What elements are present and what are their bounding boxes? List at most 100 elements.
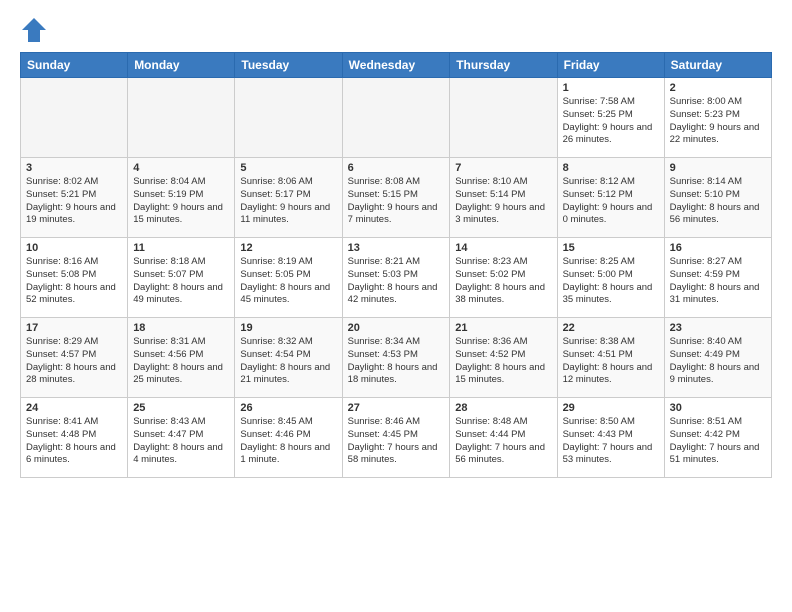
day-number: 25 (133, 402, 229, 414)
calendar-cell: 11 Sunrise: 8:18 AM Sunset: 5:07 PM Dayli… (128, 238, 235, 318)
calendar-cell (235, 78, 342, 158)
day-number: 1 (563, 82, 659, 94)
calendar-cell: 28 Sunrise: 8:48 AM Sunset: 4:44 PM Dayli… (450, 398, 557, 478)
day-info: Sunrise: 8:29 AM Sunset: 4:57 PM Dayligh… (26, 336, 122, 387)
calendar-cell: 16 Sunrise: 8:27 AM Sunset: 4:59 PM Dayli… (664, 238, 771, 318)
day-info: Sunrise: 8:04 AM Sunset: 5:19 PM Dayligh… (133, 176, 229, 227)
day-number: 4 (133, 162, 229, 174)
calendar-cell: 10 Sunrise: 8:16 AM Sunset: 5:08 PM Dayli… (21, 238, 128, 318)
week-row-1: 1 Sunrise: 7:58 AM Sunset: 5:25 PM Daylig… (21, 78, 772, 158)
day-number: 22 (563, 322, 659, 334)
day-number: 2 (670, 82, 766, 94)
day-number: 6 (348, 162, 445, 174)
day-number: 3 (26, 162, 122, 174)
calendar-cell: 3Sunrise: 8:02 AM Sunset: 5:21 PM Daylig… (21, 158, 128, 238)
calendar-cell: 25Sunrise: 8:43 AM Sunset: 4:47 PM Dayli… (128, 398, 235, 478)
day-info: Sunrise: 8:41 AM Sunset: 4:48 PM Dayligh… (26, 416, 122, 467)
calendar-cell: 5 Sunrise: 8:06 AM Sunset: 5:17 PM Daylig… (235, 158, 342, 238)
day-info: Sunrise: 8:46 AM Sunset: 4:45 PM Dayligh… (348, 416, 445, 467)
day-info: Sunrise: 8:34 AM Sunset: 4:53 PM Dayligh… (348, 336, 445, 387)
calendar-cell: 8 Sunrise: 8:12 AM Sunset: 5:12 PM Daylig… (557, 158, 664, 238)
day-info: Sunrise: 8:23 AM Sunset: 5:02 PM Dayligh… (455, 256, 551, 307)
day-info: Sunrise: 8:27 AM Sunset: 4:59 PM Dayligh… (670, 256, 766, 307)
weekday-header-monday: Monday (128, 53, 235, 78)
calendar-cell: 22 Sunrise: 8:38 AM Sunset: 4:51 PM Dayli… (557, 318, 664, 398)
day-info: Sunrise: 8:45 AM Sunset: 4:46 PM Dayligh… (240, 416, 336, 467)
calendar-cell: 6Sunrise: 8:08 AM Sunset: 5:15 PM Daylig… (342, 158, 450, 238)
weekday-header-tuesday: Tuesday (235, 53, 342, 78)
calendar-cell: 7 Sunrise: 8:10 AM Sunset: 5:14 PM Daylig… (450, 158, 557, 238)
day-info: Sunrise: 8:36 AM Sunset: 4:52 PM Dayligh… (455, 336, 551, 387)
day-info: Sunrise: 8:19 AM Sunset: 5:05 PM Dayligh… (240, 256, 336, 307)
day-number: 9 (670, 162, 766, 174)
day-number: 5 (240, 162, 336, 174)
day-info: Sunrise: 7:58 AM Sunset: 5:25 PM Dayligh… (563, 96, 659, 147)
logo-icon (20, 16, 48, 44)
calendar-cell (21, 78, 128, 158)
day-number: 8 (563, 162, 659, 174)
weekday-header-friday: Friday (557, 53, 664, 78)
header (20, 16, 772, 44)
calendar-cell: 26 Sunrise: 8:45 AM Sunset: 4:46 PM Dayli… (235, 398, 342, 478)
day-number: 24 (26, 402, 122, 414)
weekday-header-sunday: Sunday (21, 53, 128, 78)
day-number: 12 (240, 242, 336, 254)
day-number: 7 (455, 162, 551, 174)
day-number: 28 (455, 402, 551, 414)
day-info: Sunrise: 8:25 AM Sunset: 5:00 PM Dayligh… (563, 256, 659, 307)
calendar-cell: 2 Sunrise: 8:00 AM Sunset: 5:23 PM Daylig… (664, 78, 771, 158)
calendar-cell (128, 78, 235, 158)
day-number: 27 (348, 402, 445, 414)
calendar-cell: 17 Sunrise: 8:29 AM Sunset: 4:57 PM Dayli… (21, 318, 128, 398)
day-info: Sunrise: 8:38 AM Sunset: 4:51 PM Dayligh… (563, 336, 659, 387)
day-number: 23 (670, 322, 766, 334)
day-info: Sunrise: 8:12 AM Sunset: 5:12 PM Dayligh… (563, 176, 659, 227)
calendar-cell: 24 Sunrise: 8:41 AM Sunset: 4:48 PM Dayli… (21, 398, 128, 478)
weekday-header-row: SundayMondayTuesdayWednesdayThursdayFrid… (21, 53, 772, 78)
calendar-cell: 1 Sunrise: 7:58 AM Sunset: 5:25 PM Daylig… (557, 78, 664, 158)
day-number: 26 (240, 402, 336, 414)
day-info: Sunrise: 8:31 AM Sunset: 4:56 PM Dayligh… (133, 336, 229, 387)
calendar-cell: 4 Sunrise: 8:04 AM Sunset: 5:19 PM Daylig… (128, 158, 235, 238)
day-info: Sunrise: 8:18 AM Sunset: 5:07 PM Dayligh… (133, 256, 229, 307)
day-number: 14 (455, 242, 551, 254)
calendar-cell: 21 Sunrise: 8:36 AM Sunset: 4:52 PM Dayli… (450, 318, 557, 398)
weekday-header-saturday: Saturday (664, 53, 771, 78)
day-info: Sunrise: 8:50 AM Sunset: 4:43 PM Dayligh… (563, 416, 659, 467)
week-row-5: 24 Sunrise: 8:41 AM Sunset: 4:48 PM Dayli… (21, 398, 772, 478)
weekday-header-wednesday: Wednesday (342, 53, 450, 78)
calendar-cell: 13Sunrise: 8:21 AM Sunset: 5:03 PM Dayli… (342, 238, 450, 318)
day-info: Sunrise: 8:40 AM Sunset: 4:49 PM Dayligh… (670, 336, 766, 387)
day-info: Sunrise: 8:06 AM Sunset: 5:17 PM Dayligh… (240, 176, 336, 227)
day-info: Sunrise: 8:14 AM Sunset: 5:10 PM Dayligh… (670, 176, 766, 227)
calendar-cell: 23 Sunrise: 8:40 AM Sunset: 4:49 PM Dayli… (664, 318, 771, 398)
day-number: 15 (563, 242, 659, 254)
day-number: 16 (670, 242, 766, 254)
day-info: Sunrise: 8:16 AM Sunset: 5:08 PM Dayligh… (26, 256, 122, 307)
calendar-cell: 12 Sunrise: 8:19 AM Sunset: 5:05 PM Dayli… (235, 238, 342, 318)
calendar-cell (342, 78, 450, 158)
logo (20, 16, 52, 44)
day-info: Sunrise: 8:10 AM Sunset: 5:14 PM Dayligh… (455, 176, 551, 227)
day-info: Sunrise: 8:51 AM Sunset: 4:42 PM Dayligh… (670, 416, 766, 467)
day-number: 11 (133, 242, 229, 254)
calendar-cell: 15 Sunrise: 8:25 AM Sunset: 5:00 PM Dayli… (557, 238, 664, 318)
calendar-cell: 9 Sunrise: 8:14 AM Sunset: 5:10 PM Daylig… (664, 158, 771, 238)
day-number: 30 (670, 402, 766, 414)
calendar-cell: 20 Sunrise: 8:34 AM Sunset: 4:53 PM Dayli… (342, 318, 450, 398)
day-number: 29 (563, 402, 659, 414)
calendar-cell: 27 Sunrise: 8:46 AM Sunset: 4:45 PM Dayli… (342, 398, 450, 478)
day-number: 19 (240, 322, 336, 334)
day-number: 13 (348, 242, 445, 254)
weekday-header-thursday: Thursday (450, 53, 557, 78)
day-number: 17 (26, 322, 122, 334)
calendar-cell (450, 78, 557, 158)
day-number: 18 (133, 322, 229, 334)
day-number: 21 (455, 322, 551, 334)
week-row-2: 3Sunrise: 8:02 AM Sunset: 5:21 PM Daylig… (21, 158, 772, 238)
day-info: Sunrise: 8:00 AM Sunset: 5:23 PM Dayligh… (670, 96, 766, 147)
day-info: Sunrise: 8:48 AM Sunset: 4:44 PM Dayligh… (455, 416, 551, 467)
calendar-cell: 29 Sunrise: 8:50 AM Sunset: 4:43 PM Dayli… (557, 398, 664, 478)
day-number: 20 (348, 322, 445, 334)
day-number: 10 (26, 242, 122, 254)
